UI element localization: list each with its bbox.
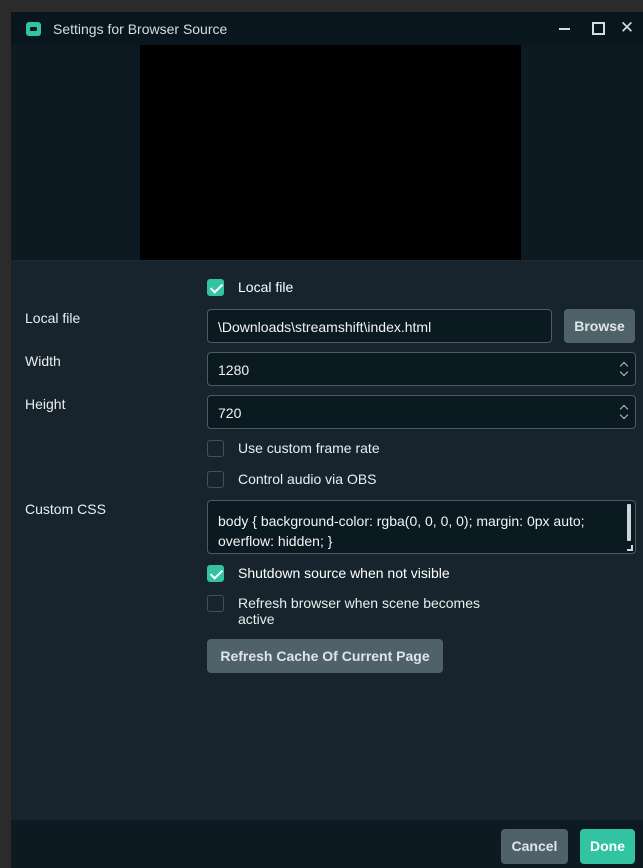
spin-arrows-icon[interactable] — [619, 359, 629, 379]
minimize-icon[interactable] — [556, 19, 574, 37]
app-logo-icon — [26, 22, 41, 36]
checkbox-label: Shutdown source when not visible — [238, 565, 450, 581]
local-file-checkbox[interactable]: Local file — [207, 278, 327, 298]
control-audio-checkbox[interactable]: Control audio via OBS — [207, 470, 407, 490]
width-value: 1280 — [218, 362, 250, 378]
custom-frame-rate-checkbox[interactable]: Use custom frame rate — [207, 439, 407, 459]
custom-css-textarea[interactable]: body { background-color: rgba(0, 0, 0, 0… — [207, 500, 636, 554]
checkbox-unchecked-icon[interactable] — [207, 595, 224, 612]
height-label: Height — [25, 396, 66, 412]
title-bar[interactable]: Settings for Browser Source ✕ — [11, 12, 643, 45]
local-file-path-input[interactable]: \Downloads\streamshift\index.html — [207, 309, 552, 343]
height-spinbox[interactable]: 720 — [207, 395, 636, 429]
preview-divider — [11, 260, 643, 261]
checkbox-label: Refresh browser when scene becomes activ… — [238, 595, 481, 627]
height-value: 720 — [218, 405, 242, 421]
local-file-path-value: \Downloads\streamshift\index.html — [218, 319, 432, 335]
cancel-button[interactable]: Cancel — [501, 829, 568, 864]
preview-canvas — [140, 45, 521, 260]
source-preview — [11, 45, 643, 260]
textarea-scrollbar[interactable] — [627, 504, 631, 541]
width-label: Width — [25, 353, 61, 369]
checkbox-checked-icon[interactable] — [207, 279, 224, 296]
settings-dialog: Settings for Browser Source ✕ Local file… — [11, 12, 643, 868]
browse-button[interactable]: Browse — [564, 309, 635, 343]
width-spinbox[interactable]: 1280 — [207, 352, 636, 386]
checkbox-label: Control audio via OBS — [238, 471, 377, 487]
maximize-icon[interactable] — [589, 19, 607, 37]
custom-css-label: Custom CSS — [25, 501, 106, 517]
refresh-browser-checkbox[interactable]: Refresh browser when scene becomes activ… — [207, 594, 507, 628]
done-button[interactable]: Done — [580, 829, 635, 864]
shutdown-source-checkbox[interactable]: Shutdown source when not visible — [207, 564, 487, 584]
refresh-cache-button[interactable]: Refresh Cache Of Current Page — [207, 639, 443, 673]
custom-css-value: body { background-color: rgba(0, 0, 0, 0… — [218, 513, 585, 549]
resize-grip-icon[interactable] — [627, 545, 633, 551]
checkbox-label: Local file — [238, 279, 294, 295]
window-title: Settings for Browser Source — [53, 21, 228, 37]
checkbox-label: Use custom frame rate — [238, 440, 380, 456]
close-icon[interactable]: ✕ — [618, 19, 636, 37]
local-file-label: Local file — [25, 310, 81, 326]
checkbox-checked-icon[interactable] — [207, 565, 224, 582]
checkbox-unchecked-icon[interactable] — [207, 471, 224, 488]
checkbox-unchecked-icon[interactable] — [207, 440, 224, 457]
spin-arrows-icon[interactable] — [619, 402, 629, 422]
